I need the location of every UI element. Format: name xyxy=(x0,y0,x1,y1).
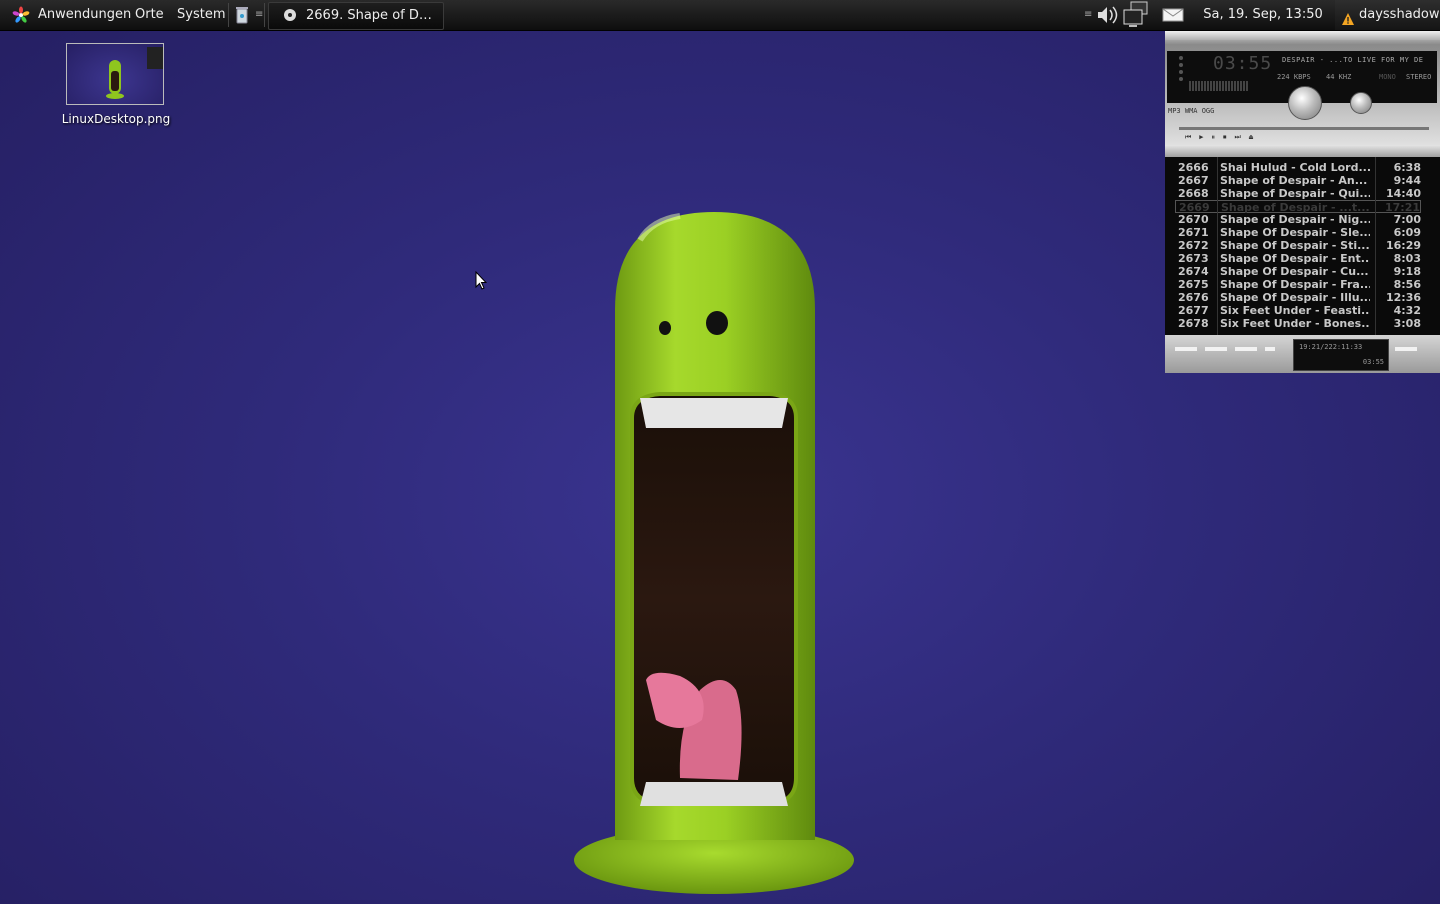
playlist-divider xyxy=(1375,157,1376,335)
track-number: 2673 xyxy=(1178,252,1209,265)
playlist-row[interactable]: 2674 Shape Of Despair - Cu... 9:18 xyxy=(1175,265,1421,278)
track-duration: 8:56 xyxy=(1393,278,1421,291)
mouse-cursor-icon xyxy=(475,270,488,295)
track-number: 2676 xyxy=(1178,291,1209,304)
track-number: 2675 xyxy=(1178,278,1209,291)
track-title: Six Feet Under - Feasti... xyxy=(1220,304,1370,317)
playlist-footer: 19:21/222:11:33 03:55 xyxy=(1165,335,1440,373)
track-number: 2678 xyxy=(1178,317,1209,330)
playlist-row[interactable]: 2675 Shape Of Despair - Fra... 8:56 xyxy=(1175,278,1421,291)
track-duration: 3:08 xyxy=(1393,317,1421,330)
gnome-foot-icon[interactable] xyxy=(12,0,30,30)
track-duration: 6:09 xyxy=(1393,226,1421,239)
track-title: Shape Of Despair - Fra... xyxy=(1220,278,1370,291)
taskbar-window-title: 2669. Shape of D… xyxy=(306,8,432,23)
track-duration: 7:00 xyxy=(1393,213,1421,226)
playlist-row[interactable]: 2677 Six Feet Under - Feasti... 4:32 xyxy=(1175,304,1421,317)
track-number: 2677 xyxy=(1178,304,1209,317)
playlist-row[interactable]: 2673 Shape Of Despair - Ent... 8:03 xyxy=(1175,252,1421,265)
track-number: 2668 xyxy=(1178,187,1209,200)
playlist-info-display: 19:21/222:11:33 03:55 xyxy=(1293,339,1389,371)
balance-knob[interactable] xyxy=(1350,92,1372,114)
track-title: Shape of Despair - Nig... xyxy=(1220,213,1370,226)
menu-places[interactable]: Orte xyxy=(135,0,164,30)
bitrate: 224 KBPS xyxy=(1277,73,1311,81)
playlist-divider xyxy=(1217,157,1218,335)
playlist-row[interactable]: 2667 Shape of Despair - An... 9:44 xyxy=(1175,174,1421,187)
mail-icon[interactable] xyxy=(1160,0,1186,30)
track-title: Shape of Despair - Qui... xyxy=(1220,187,1370,200)
seek-bar[interactable] xyxy=(1179,127,1429,130)
track-number: 2666 xyxy=(1178,161,1209,174)
drag-handle-icon[interactable]: ≡ xyxy=(1084,0,1092,30)
track-duration: 12:36 xyxy=(1385,291,1421,304)
track-title: Shape Of Despair - Sti... xyxy=(1220,239,1370,252)
track-duration: 8:03 xyxy=(1393,252,1421,265)
track-title: Shape of Despair - An... xyxy=(1220,174,1368,187)
format-badges: MP3 WMA OGG xyxy=(1168,107,1215,115)
playlist-row[interactable]: 2672 Shape Of Despair - Sti... 16:29 xyxy=(1175,239,1421,252)
playlist-total-time: 19:21/222:11:33 xyxy=(1299,343,1363,351)
xmms-icon xyxy=(284,9,296,21)
trash-icon[interactable] xyxy=(234,0,250,30)
status-leds xyxy=(1179,56,1184,90)
panel-clock[interactable]: Sa, 19. Sep, 13:50 xyxy=(1196,0,1330,30)
track-duration: 6:38 xyxy=(1393,161,1421,174)
track-title: Six Feet Under - Bones... xyxy=(1220,317,1370,330)
user-switcher[interactable]: daysshadow xyxy=(1335,0,1440,30)
track-duration: 16:29 xyxy=(1385,239,1421,252)
track-duration: 9:44 xyxy=(1393,174,1421,187)
image-thumbnail xyxy=(66,43,164,105)
track-number: 2674 xyxy=(1178,265,1209,278)
volume-knob[interactable] xyxy=(1288,86,1322,120)
track-number: 2670 xyxy=(1178,213,1209,226)
volume-icon[interactable] xyxy=(1095,0,1121,30)
track-number: 2672 xyxy=(1178,239,1209,252)
playlist[interactable]: 2666 Shai Hulud - Cold Lord... 6:38 2667 Sha… xyxy=(1165,157,1440,335)
taskbar-window-button[interactable]: 2669. Shape of D… xyxy=(268,2,444,30)
playlist-row[interactable]: 2668 Shape of Despair - Qui... 14:40 xyxy=(1175,187,1421,200)
panel-separator xyxy=(228,3,229,27)
top-panel: Anwendungen Orte System ≡ 2669. Shape of… xyxy=(0,0,1440,31)
track-number: 2667 xyxy=(1178,174,1209,187)
playlist-buttons[interactable] xyxy=(1175,347,1275,351)
drag-handle-icon[interactable]: ≡ xyxy=(255,0,263,30)
playlist-titlebar[interactable] xyxy=(1165,145,1440,157)
samplerate: 44 KHZ xyxy=(1326,73,1352,81)
track-title: Shape Of Despair - Sle... xyxy=(1220,226,1370,239)
track-title: Shai Hulud - Cold Lord... xyxy=(1220,161,1370,174)
transport-controls[interactable]: ⏮▶⏸⏹⏭⏏ xyxy=(1185,133,1325,141)
desktop-file-label: LinuxDesktop.png xyxy=(61,112,171,126)
playlist-row[interactable]: 2678 Six Feet Under - Bones... 3:08 xyxy=(1175,317,1421,330)
track-duration: 4:32 xyxy=(1393,304,1421,317)
track-duration: 9:18 xyxy=(1393,265,1421,278)
mono-indicator: MONO xyxy=(1379,73,1396,81)
playlist-row[interactable]: 2671 Shape Of Despair - Sle... 6:09 xyxy=(1175,226,1421,239)
playlist-row[interactable]: 2676 Shape Of Despair - Illu... 12:36 xyxy=(1175,291,1421,304)
player-titlebar[interactable] xyxy=(1165,31,1440,40)
track-number: 2671 xyxy=(1178,226,1209,239)
track-title: Shape Of Despair - Ent... xyxy=(1220,252,1370,265)
track-title-scroller: DESPAIR - ...TO LIVE FOR MY DE xyxy=(1282,56,1424,64)
user-name: daysshadow xyxy=(1359,7,1440,22)
desktop-file-icon[interactable]: LinuxDesktop.png xyxy=(60,42,172,132)
wallpaper-blob-character xyxy=(560,200,870,900)
playlist-row[interactable]: 2666 Shai Hulud - Cold Lord... 6:38 xyxy=(1175,161,1421,174)
panel-separator xyxy=(264,3,265,27)
track-duration: 14:40 xyxy=(1385,187,1421,200)
stereo-indicator: STEREO xyxy=(1406,73,1432,81)
menu-applications[interactable]: Anwendungen xyxy=(38,0,131,30)
playlist-row[interactable]: 2669 Shape of Despair - ...t... 17:21 xyxy=(1175,200,1421,214)
playback-time[interactable]: 03:55 xyxy=(1213,53,1272,74)
xmms-player-window[interactable]: 03:55 DESPAIR - ...TO LIVE FOR MY DE 224… xyxy=(1165,31,1440,373)
playlist-row[interactable]: 2670 Shape of Despair - Nig... 7:00 xyxy=(1175,213,1421,226)
track-title: Shape Of Despair - Illu... xyxy=(1220,291,1370,304)
player-main-panel: 03:55 DESPAIR - ...TO LIVE FOR MY DE 224… xyxy=(1165,31,1440,145)
playlist-current-time: 03:55 xyxy=(1362,358,1384,366)
spectrum-visualizer[interactable] xyxy=(1189,81,1249,91)
playlist-list-button[interactable] xyxy=(1395,347,1417,351)
menu-system[interactable]: System xyxy=(177,0,225,30)
track-title: Shape Of Despair - Cu... xyxy=(1220,265,1369,278)
network-icon[interactable] xyxy=(1121,0,1155,30)
